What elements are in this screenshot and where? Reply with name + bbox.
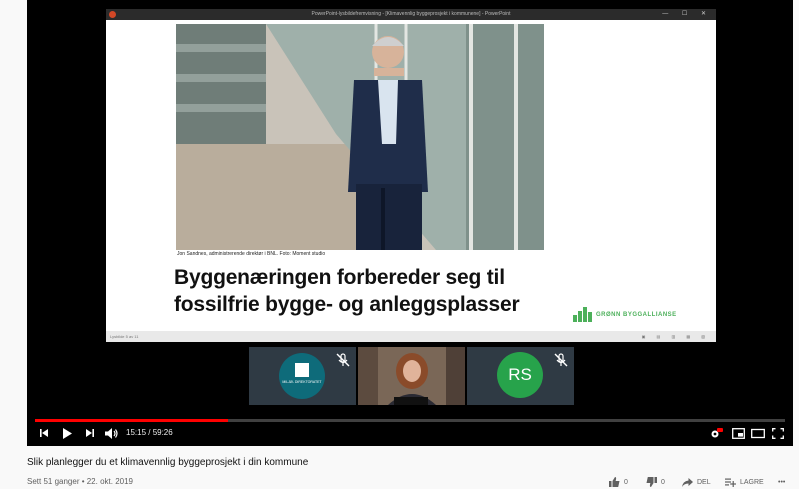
time-display: 15:15 / 59:26 — [126, 428, 173, 437]
share-arrow-icon — [682, 477, 693, 487]
photo-caption: Jon Sandnes, administrerende direktør i … — [177, 251, 326, 257]
save-label: LAGRE — [740, 478, 764, 486]
muted-mic-icon — [336, 353, 350, 367]
view-buttons: ▣ ▤ ▥ ▦ ▧ — [641, 334, 710, 339]
settings-gear-icon — [711, 427, 723, 437]
powerpoint-window-title: PowerPoint-lysbildefremvisning - [Klimav… — [311, 11, 511, 17]
save-button[interactable]: LAGRE — [725, 477, 764, 487]
video-title: Slik planlegger du et klimavennlig bygge… — [27, 457, 309, 468]
logo-text: GRØNN BYGGALLIANSE — [596, 311, 677, 318]
thumbs-down-icon — [646, 477, 657, 487]
volume-icon — [105, 427, 118, 439]
youtube-watch-page: PowerPoint-lysbildefremvisning - [Klimav… — [0, 0, 799, 489]
miljodirektoratet-logo-text: MILJØ- DIREKTORATET — [282, 380, 322, 384]
gronn-byggallianse-logo: GRØNN BYGGALLIANSE — [573, 307, 677, 322]
presenter-video — [358, 347, 465, 405]
more-icon: ••• — [778, 478, 786, 486]
like-button[interactable]: 0 — [609, 477, 628, 487]
participant-tile-rs: RS — [467, 347, 574, 405]
powerpoint-logo-icon — [109, 11, 116, 18]
slide-headline-line2: fossilfrie bygge- og anleggsplasser — [174, 293, 520, 316]
share-button[interactable]: DEL — [682, 477, 711, 487]
book-icon — [295, 363, 309, 377]
more-actions-button[interactable]: ••• — [778, 477, 785, 487]
next-button[interactable] — [85, 424, 95, 442]
powerpoint-window: PowerPoint-lysbildefremvisning - [Klimav… — [106, 9, 716, 342]
video-meta: Sett 51 ganger • 22. okt. 2019 — [27, 477, 133, 486]
building-bars-icon — [573, 307, 592, 322]
like-count: 0 — [624, 478, 628, 486]
dislike-count: 0 — [661, 478, 665, 486]
video-player[interactable]: PowerPoint-lysbildefremvisning - [Klimav… — [27, 0, 793, 446]
participant-tile-presenter — [358, 347, 465, 405]
dislike-button[interactable]: 0 — [646, 477, 665, 487]
fullscreen-button[interactable] — [772, 424, 784, 442]
slide-headline-line1: Byggenæringen forbereder seg til — [174, 266, 505, 289]
muted-mic-icon — [554, 353, 568, 367]
presentation-slide: Jon Sandnes, administrerende direktør i … — [136, 20, 684, 330]
progress-played — [35, 419, 228, 422]
play-button[interactable] — [62, 424, 73, 442]
fullscreen-icon — [772, 427, 784, 439]
window-buttons: — ☐ ✕ — [662, 11, 712, 17]
powerpoint-statusbar: Lysbilde 5 av 11 ▣ ▤ ▥ ▦ ▧ — [106, 331, 716, 342]
miniplayer-icon — [732, 427, 745, 439]
skip-next-icon — [86, 429, 94, 437]
share-label: DEL — [697, 478, 711, 486]
skip-previous-icon — [40, 429, 48, 437]
volume-button[interactable] — [105, 424, 119, 442]
play-icon — [63, 427, 72, 439]
progress-bar[interactable] — [35, 419, 785, 422]
playlist-add-icon — [725, 478, 736, 487]
autoplay-toggle[interactable] — [709, 424, 723, 442]
miniplayer-button[interactable] — [732, 424, 745, 442]
participant-tile-miljodirektoratet: MILJØ- DIREKTORATET — [249, 347, 356, 405]
player-controls: 15:15 / 59:26 — [27, 424, 793, 442]
slide-counter: Lysbilde 5 av 11 — [110, 334, 139, 339]
previous-button[interactable] — [39, 424, 49, 442]
powerpoint-titlebar: PowerPoint-lysbildefremvisning - [Klimav… — [106, 9, 716, 20]
rs-avatar: RS — [497, 352, 543, 398]
slide-photo — [176, 24, 544, 250]
thumbs-up-icon — [609, 477, 620, 487]
theater-icon — [751, 428, 765, 438]
miljodirektoratet-logo: MILJØ- DIREKTORATET — [279, 353, 325, 399]
theater-mode-button[interactable] — [751, 424, 765, 442]
slide-headline: Byggenæringen forbereder seg til fossilf… — [174, 264, 520, 318]
